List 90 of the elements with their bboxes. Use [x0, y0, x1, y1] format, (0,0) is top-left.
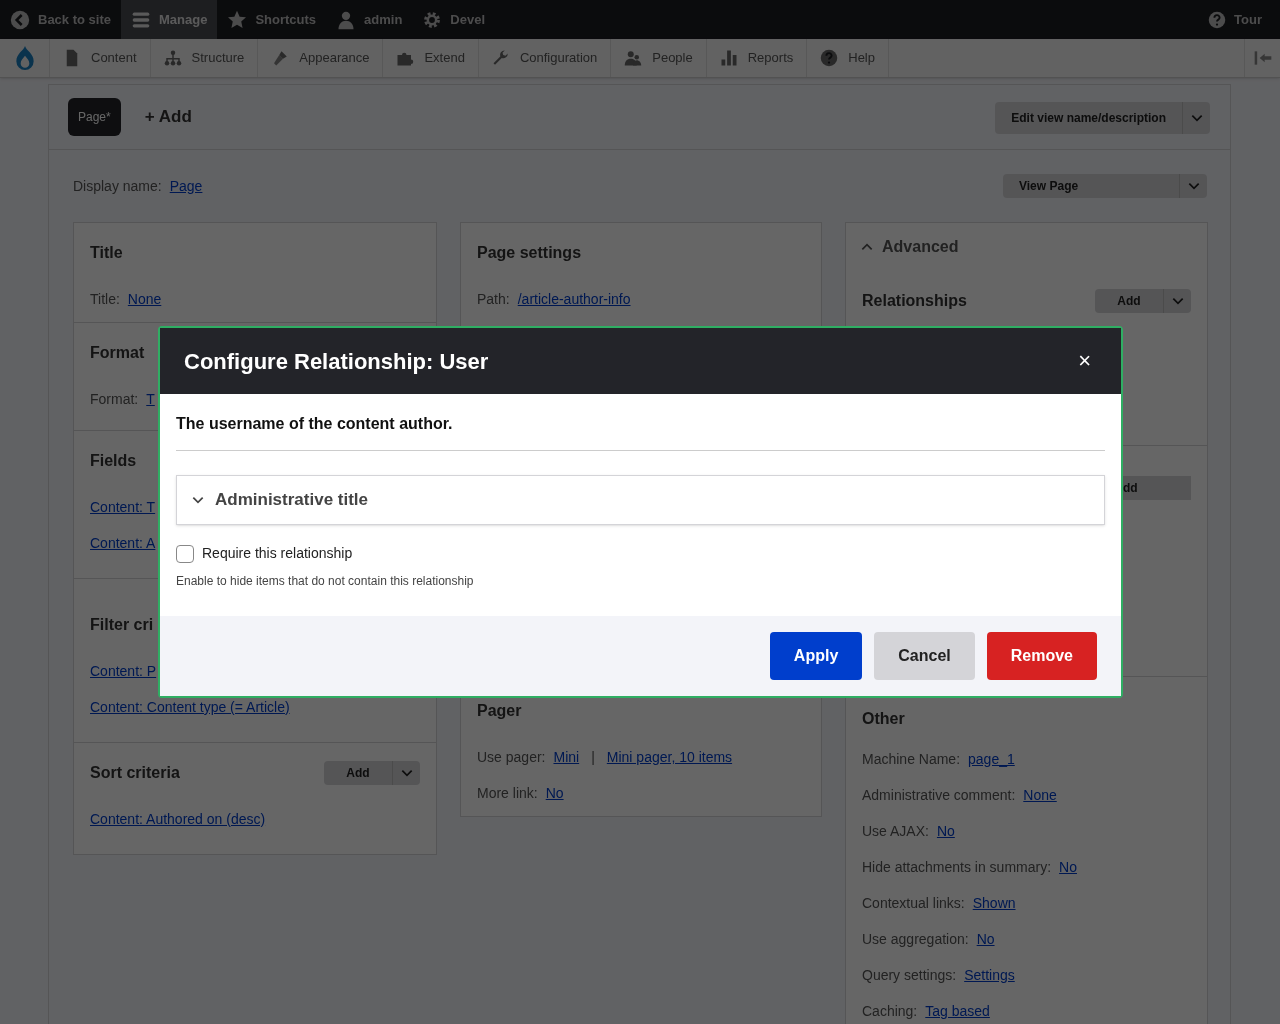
- section-title: Sort criteria: [90, 763, 180, 783]
- wrench-icon: [491, 49, 510, 67]
- checkbox-label: Require this relationship: [202, 544, 353, 563]
- people-icon: [624, 49, 643, 67]
- help-icon: [1208, 10, 1227, 29]
- setting-label: More link:: [477, 783, 538, 803]
- setting-link[interactable]: Content: Authored on (desc): [90, 808, 266, 830]
- display-name-label: Display name:: [73, 176, 162, 196]
- setting-link[interactable]: /article-author-info: [517, 288, 631, 310]
- display-tab[interactable]: Page*: [68, 98, 121, 136]
- admin-menu-item[interactable]: Configuration: [478, 39, 612, 77]
- setting-link[interactable]: No: [545, 782, 564, 804]
- dialog-button[interactable]: Cancel: [874, 632, 975, 680]
- section-title: Other: [862, 709, 905, 729]
- section-title: Page settings: [477, 243, 582, 263]
- gear-icon: [422, 9, 443, 30]
- dropbutton[interactable]: View Page: [1003, 174, 1179, 198]
- setting-label: Title:: [90, 289, 120, 309]
- setting-link[interactable]: None: [1023, 784, 1057, 806]
- setting-link[interactable]: T: [146, 388, 155, 410]
- setting-link[interactable]: No: [936, 820, 955, 842]
- setting-link[interactable]: Content: T: [90, 496, 156, 518]
- setting-label: Administrative comment:: [862, 785, 1016, 805]
- add-display-link[interactable]: + Add: [144, 104, 192, 130]
- admin-menu-item[interactable]: Structure: [150, 39, 259, 77]
- setting-link[interactable]: No: [1059, 856, 1077, 878]
- section-title: Relationships: [862, 291, 967, 311]
- dialog-button[interactable]: Remove: [986, 632, 1097, 680]
- setting-link[interactable]: Content: A: [90, 532, 156, 554]
- setting-link[interactable]: page_1: [968, 748, 1015, 770]
- dropdown-toggle[interactable]: [1182, 102, 1210, 134]
- dropbutton[interactable]: Add: [324, 761, 392, 785]
- admin-menu-item[interactable]: Appearance: [258, 39, 384, 77]
- help-icon: [820, 49, 839, 67]
- setting-label: Path:: [477, 289, 510, 309]
- setting-label: Contextual links:: [862, 893, 965, 913]
- dropdown-toggle[interactable]: [1179, 174, 1207, 198]
- dropbutton[interactable]: dd: [1123, 476, 1191, 500]
- back-icon: [10, 9, 30, 30]
- setting-link[interactable]: No: [976, 928, 995, 950]
- dropbutton[interactable]: Edit view name/description: [995, 102, 1182, 134]
- paintbrush-icon: [271, 49, 290, 67]
- tour-button[interactable]: Tour: [1190, 0, 1280, 39]
- dropbutton[interactable]: Add: [1095, 289, 1163, 313]
- section-title: Fields: [90, 451, 137, 471]
- admin-menu-item[interactable]: Help: [807, 39, 889, 77]
- toolbar-tab[interactable]: Shortcuts: [217, 0, 327, 39]
- setting-link[interactable]: Content: Content type (= Article): [90, 696, 290, 718]
- section-title: Pager: [477, 701, 522, 721]
- setting-link[interactable]: Mini: [553, 746, 580, 768]
- setting-label: Use AJAX:: [862, 821, 929, 841]
- toolbar-tab[interactable]: admin: [326, 0, 413, 39]
- checkbox[interactable]: [176, 544, 194, 563]
- setting-label: Use pager:: [477, 747, 546, 767]
- admin-menu-item[interactable]: Reports: [706, 39, 808, 77]
- setting-label: Format:: [90, 389, 139, 409]
- dropdown-toggle[interactable]: [392, 761, 420, 785]
- setting-link[interactable]: Mini pager, 10 items: [606, 746, 733, 768]
- bar-chart-icon: [719, 49, 738, 67]
- help-text: Enable to hide items that do not contain this relationship: [176, 573, 475, 590]
- setting-label: Use aggregation:: [862, 929, 969, 949]
- setting-label: Caching:: [862, 1001, 918, 1021]
- details-toggle[interactable]: Administrative title: [176, 475, 1105, 525]
- dialog-button[interactable]: Apply: [769, 632, 863, 680]
- star-icon: [227, 9, 248, 30]
- section-title: Title: [90, 243, 123, 263]
- toolbar-tab[interactable]: Devel: [412, 0, 496, 39]
- setting-label: Query settings:: [862, 965, 957, 985]
- admin-menu-item[interactable]: Extend: [383, 39, 479, 77]
- dialog-description: The username of the content author.: [176, 412, 1105, 451]
- section-title: Format: [90, 343, 145, 363]
- sitemap-icon: [163, 49, 182, 67]
- setting-link[interactable]: None: [127, 288, 162, 310]
- setting-link[interactable]: Content: P: [90, 660, 157, 682]
- display-name-link[interactable]: Page: [169, 175, 203, 197]
- setting-label: Machine Name:: [862, 749, 961, 769]
- dialog-title: Configure Relationship: User: [184, 347, 489, 376]
- admin-menu-item[interactable]: People: [611, 39, 707, 77]
- separator: |: [591, 747, 595, 767]
- setting-link[interactable]: Settings: [964, 964, 1015, 986]
- close-button[interactable]: ×: [1078, 350, 1091, 372]
- section-title: Filter cri: [90, 615, 154, 635]
- setting-label: Hide attachments in summary:: [862, 857, 1052, 877]
- toolbar-tab[interactable]: Back to site: [0, 0, 121, 39]
- setting-link[interactable]: Tag based: [925, 1000, 990, 1022]
- collapse-icon: [1252, 48, 1273, 68]
- setting-link[interactable]: Shown: [972, 892, 1016, 914]
- admin-menu-item[interactable]: Content: [50, 39, 151, 77]
- dropdown-toggle[interactable]: [1163, 289, 1191, 313]
- advanced-toggle[interactable]: Advanced: [846, 223, 1207, 271]
